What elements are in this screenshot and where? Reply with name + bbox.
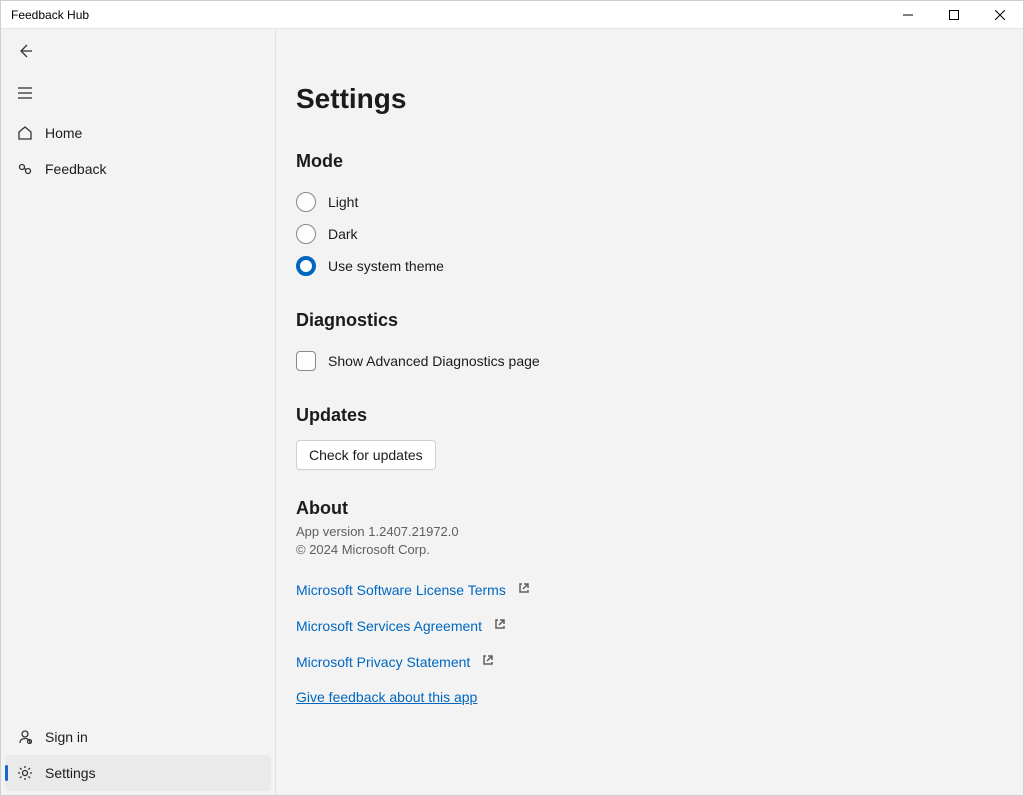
nav-list-bottom: Sign in Settings bbox=[1, 719, 275, 795]
diagnostics-section: Diagnostics Show Advanced Diagnostics pa… bbox=[296, 310, 983, 377]
mode-option-light[interactable]: Light bbox=[296, 186, 983, 218]
about-version: App version 1.2407.21972.0 bbox=[296, 523, 983, 541]
sidebar: Home Feedback Sign in bbox=[1, 29, 276, 795]
settings-icon bbox=[13, 765, 37, 781]
radio-label: Dark bbox=[328, 226, 358, 242]
hamburger-button[interactable] bbox=[5, 75, 45, 111]
link-text: Microsoft Services Agreement bbox=[296, 618, 482, 634]
link-row-services[interactable]: Microsoft Services Agreement bbox=[296, 617, 983, 635]
close-button[interactable] bbox=[977, 1, 1023, 29]
sidebar-item-signin[interactable]: Sign in bbox=[5, 719, 271, 755]
about-heading: About bbox=[296, 498, 983, 519]
sidebar-item-home[interactable]: Home bbox=[5, 115, 271, 151]
external-link-icon bbox=[482, 653, 494, 671]
external-link-icon bbox=[494, 617, 506, 635]
sidebar-item-label: Feedback bbox=[45, 161, 106, 177]
main-content: Settings Mode Light Dark Use system them… bbox=[276, 29, 1023, 795]
app-window: Feedback Hub bbox=[0, 0, 1024, 796]
checkbox-indicator bbox=[296, 351, 316, 371]
radio-indicator bbox=[296, 192, 316, 212]
body: Home Feedback Sign in bbox=[1, 29, 1023, 795]
external-link-icon bbox=[518, 581, 530, 599]
about-copyright: © 2024 Microsoft Corp. bbox=[296, 541, 983, 559]
link-text: Microsoft Software License Terms bbox=[296, 582, 506, 598]
link-row-privacy[interactable]: Microsoft Privacy Statement bbox=[296, 653, 983, 671]
check-updates-button[interactable]: Check for updates bbox=[296, 440, 436, 470]
titlebar: Feedback Hub bbox=[1, 1, 1023, 29]
back-button[interactable] bbox=[5, 33, 45, 69]
mode-option-dark[interactable]: Dark bbox=[296, 218, 983, 250]
radio-label: Light bbox=[328, 194, 358, 210]
diagnostics-checkbox-row[interactable]: Show Advanced Diagnostics page bbox=[296, 345, 983, 377]
radio-indicator bbox=[296, 224, 316, 244]
diagnostics-heading: Diagnostics bbox=[296, 310, 983, 331]
sidebar-item-label: Sign in bbox=[45, 729, 88, 745]
nav-list-top: Home Feedback bbox=[1, 115, 275, 187]
sidebar-item-label: Home bbox=[45, 125, 82, 141]
home-icon bbox=[13, 125, 37, 141]
window-title: Feedback Hub bbox=[1, 8, 885, 22]
sidebar-item-settings[interactable]: Settings bbox=[5, 755, 271, 791]
radio-indicator bbox=[296, 256, 316, 276]
mode-option-system[interactable]: Use system theme bbox=[296, 250, 983, 282]
page-title: Settings bbox=[296, 83, 983, 115]
mode-heading: Mode bbox=[296, 151, 983, 172]
sidebar-item-label: Settings bbox=[45, 765, 96, 781]
sidebar-item-feedback[interactable]: Feedback bbox=[5, 151, 271, 187]
about-section: About App version 1.2407.21972.0 © 2024 … bbox=[296, 498, 983, 707]
window-controls bbox=[885, 1, 1023, 29]
updates-heading: Updates bbox=[296, 405, 983, 426]
maximize-button[interactable] bbox=[931, 1, 977, 29]
checkbox-label: Show Advanced Diagnostics page bbox=[328, 353, 540, 369]
mode-section: Mode Light Dark Use system theme bbox=[296, 151, 983, 282]
link-text: Microsoft Privacy Statement bbox=[296, 654, 470, 670]
updates-section: Updates Check for updates bbox=[296, 405, 983, 470]
radio-label: Use system theme bbox=[328, 258, 444, 274]
link-row-license[interactable]: Microsoft Software License Terms bbox=[296, 581, 983, 599]
minimize-button[interactable] bbox=[885, 1, 931, 29]
signin-icon bbox=[13, 729, 37, 745]
feedback-icon bbox=[13, 161, 37, 177]
give-feedback-link[interactable]: Give feedback about this app bbox=[296, 689, 477, 705]
